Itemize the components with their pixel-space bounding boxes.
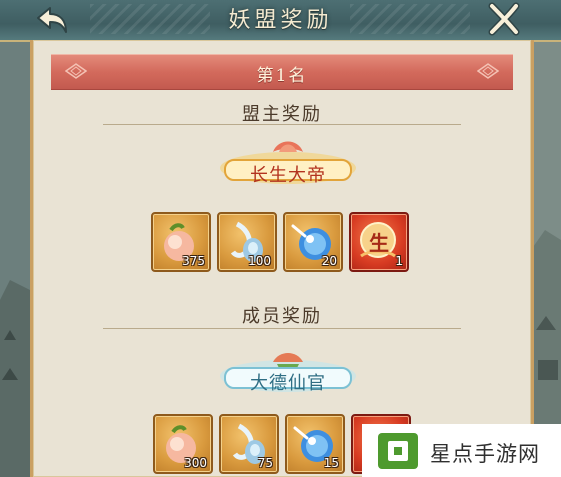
item-count: 20 <box>321 254 337 268</box>
member-title-text: 大德仙官 <box>250 373 326 394</box>
section-divider <box>103 124 461 125</box>
item-count: 1 <box>395 254 403 268</box>
reward-item-peach[interactable]: 300 <box>153 414 213 474</box>
item-count: 15 <box>323 456 339 470</box>
rank-banner: 第1名 <box>51 54 513 90</box>
page-title: 妖盟奖励 <box>228 8 333 33</box>
reward-item-vase[interactable]: 75 <box>219 414 279 474</box>
watermark-text: 星点手游网 <box>430 442 540 466</box>
reward-item-sheng-seal[interactable]: 生 1 <box>349 212 409 272</box>
header-bar: 妖盟奖励 <box>0 0 561 42</box>
item-count: 100 <box>248 254 271 268</box>
item-count: 75 <box>257 456 273 470</box>
diamond-ornament-icon <box>477 63 499 79</box>
reward-item-vase[interactable]: 100 <box>217 212 277 272</box>
item-count: 375 <box>182 254 205 268</box>
reward-item-orb[interactable]: 20 <box>283 212 343 272</box>
leader-title-badge: 长生大帝 <box>213 138 363 188</box>
close-button[interactable] <box>484 2 524 38</box>
sheng-glyph: 生 <box>369 231 389 255</box>
back-arrow-icon <box>37 7 67 33</box>
site-watermark: 星点手游网 <box>362 424 561 477</box>
close-x-icon <box>488 2 520 36</box>
watermark-logo-icon <box>378 433 418 469</box>
member-section-title: 成员奖励 <box>242 306 322 327</box>
reward-item-peach[interactable]: 375 <box>151 212 211 272</box>
back-button[interactable] <box>32 4 72 36</box>
reward-item-orb[interactable]: 15 <box>285 414 345 474</box>
leader-title-text: 长生大帝 <box>250 165 326 186</box>
reward-panel: 第1名 盟主奖励 长生大帝 375 100 20 生 1 成员奖励 大德仙官 3… <box>30 40 534 477</box>
rank-label: 第1名 <box>256 66 308 86</box>
section-divider <box>103 328 461 329</box>
leader-section-title: 盟主奖励 <box>242 104 322 125</box>
member-title-badge: 大德仙官 <box>213 346 363 396</box>
item-count: 300 <box>184 456 207 470</box>
